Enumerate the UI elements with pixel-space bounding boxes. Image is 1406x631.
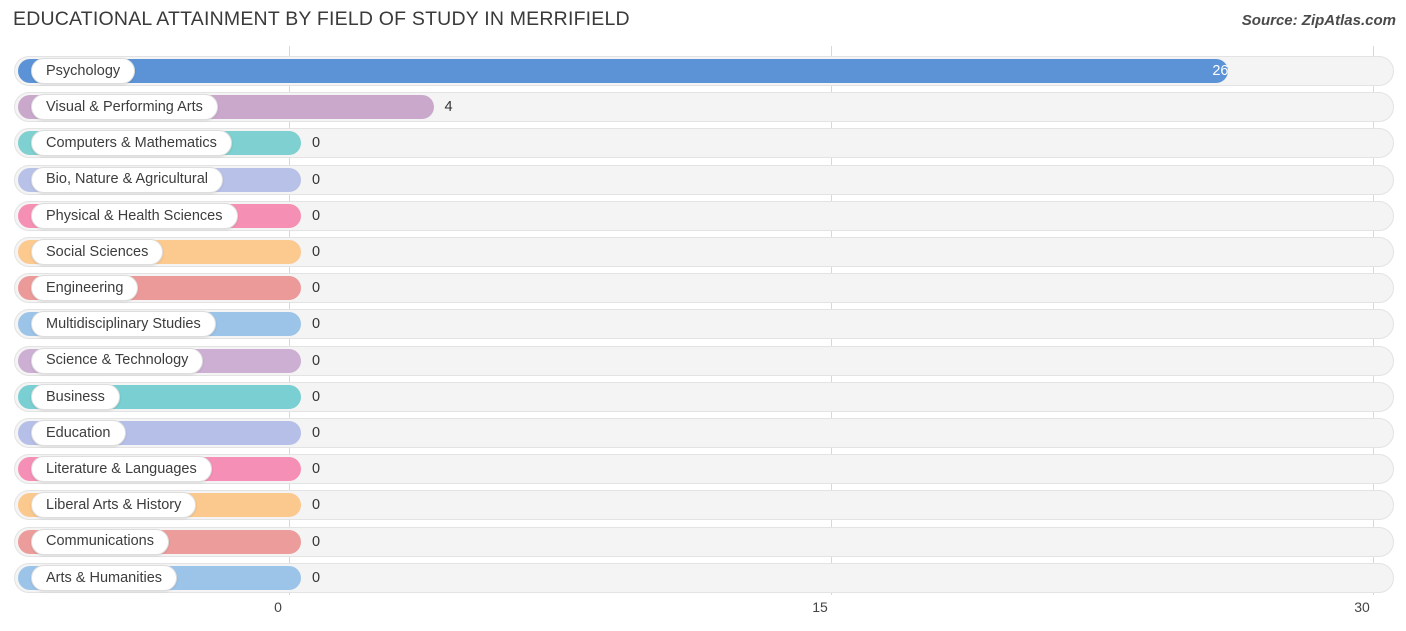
bar-label-pill: Arts & Humanities (31, 564, 178, 591)
chart-row[interactable]: Bio, Nature & Agricultural 0 (14, 164, 1394, 195)
category-label: Multidisciplinary Studies (46, 316, 201, 333)
bar-value-label: 4 (444, 99, 453, 116)
bar-label-pill: Engineering (31, 275, 139, 302)
bar-value-label: 0 (312, 569, 321, 586)
bar-value-label: 0 (312, 171, 321, 188)
x-tick-label: 0 (274, 599, 282, 615)
bar-label-pill: Computers & Mathematics (31, 130, 232, 157)
category-label: Communications (46, 533, 154, 550)
bar-label-pill: Education (31, 420, 126, 446)
chart-row[interactable]: Education 0 (14, 418, 1394, 448)
chart-row[interactable]: Literature & Languages 0 (14, 454, 1394, 485)
bar-value-label: 26 (1212, 63, 1229, 79)
bar-value-label: 0 (312, 207, 321, 224)
chart-row[interactable]: Business 0 (14, 381, 1394, 412)
bar-label-pill: Liberal Arts & History (31, 492, 197, 519)
category-label: Computers & Mathematics (46, 135, 217, 152)
bar-value-label: 0 (312, 244, 321, 260)
bar-label-pill: Multidisciplinary Studies (31, 311, 216, 338)
chart-row[interactable]: Liberal Arts & History 0 (14, 490, 1394, 521)
x-axis: 0 15 30 (0, 595, 1406, 631)
chart-row[interactable]: Visual & Performing Arts 4 (14, 92, 1394, 123)
category-label: Arts & Humanities (46, 569, 163, 586)
chart-row[interactable]: Computers & Mathematics 0 (14, 128, 1394, 159)
chart-row[interactable]: Physical & Health Sciences 0 (14, 200, 1394, 231)
source-attribution: Source: ZipAtlas.com (1241, 12, 1396, 29)
category-label: Business (46, 388, 105, 405)
bar-value-label: 0 (312, 280, 321, 297)
page-title: EDUCATIONAL ATTAINMENT BY FIELD OF STUDY… (13, 8, 630, 30)
bar-label-pill: Social Sciences (31, 239, 164, 265)
chart-row[interactable]: Science & Technology 0 (14, 345, 1394, 376)
category-label: Education (46, 424, 111, 441)
chart-row[interactable]: Psychology 26 (14, 56, 1394, 86)
bar-value-label: 0 (312, 461, 321, 478)
chart-row[interactable]: Communications 0 (14, 526, 1394, 557)
bar-value-label: 0 (312, 533, 321, 550)
bar-value-label: 0 (312, 316, 321, 333)
bar-label-pill: Communications (31, 528, 169, 555)
bar-label-pill: Psychology (31, 58, 136, 84)
bar-label-pill: Physical & Health Sciences (31, 202, 238, 229)
chart-row[interactable]: Multidisciplinary Studies 0 (14, 309, 1394, 340)
bar-value-label: 0 (312, 388, 321, 405)
chart-row[interactable]: Social Sciences 0 (14, 237, 1394, 267)
bar-value-label: 0 (312, 352, 321, 369)
bar-value-label: 0 (312, 497, 321, 514)
x-tick-label: 30 (1354, 599, 1370, 615)
chart-row[interactable]: Arts & Humanities 0 (14, 562, 1394, 593)
category-label: Visual & Performing Arts (46, 98, 203, 115)
bar[interactable] (18, 59, 1229, 83)
category-label: Social Sciences (46, 243, 149, 260)
category-label: Physical & Health Sciences (46, 207, 223, 224)
category-label: Bio, Nature & Agricultural (46, 171, 208, 188)
category-label: Liberal Arts & History (46, 497, 182, 514)
category-label: Literature & Languages (46, 460, 197, 477)
bar-value-label: 0 (312, 425, 321, 441)
chart-row[interactable]: Engineering 0 (14, 273, 1394, 304)
category-label: Science & Technology (46, 352, 189, 369)
category-label: Psychology (46, 62, 121, 79)
bar-label-pill: Literature & Languages (31, 456, 212, 483)
bar-label-pill: Visual & Performing Arts (31, 94, 218, 121)
x-tick-label: 15 (812, 599, 828, 615)
chart-header: EDUCATIONAL ATTAINMENT BY FIELD OF STUDY… (0, 0, 1406, 46)
bar-label-pill: Bio, Nature & Agricultural (31, 166, 223, 193)
bar-label-pill: Science & Technology (31, 347, 204, 374)
category-label: Engineering (46, 279, 124, 296)
bar-label-pill: Business (31, 383, 120, 410)
chart-plot-area: Psychology 26 Visual & Performing Arts 4 Com… (0, 46, 1406, 595)
bar-value-label: 0 (312, 135, 321, 152)
